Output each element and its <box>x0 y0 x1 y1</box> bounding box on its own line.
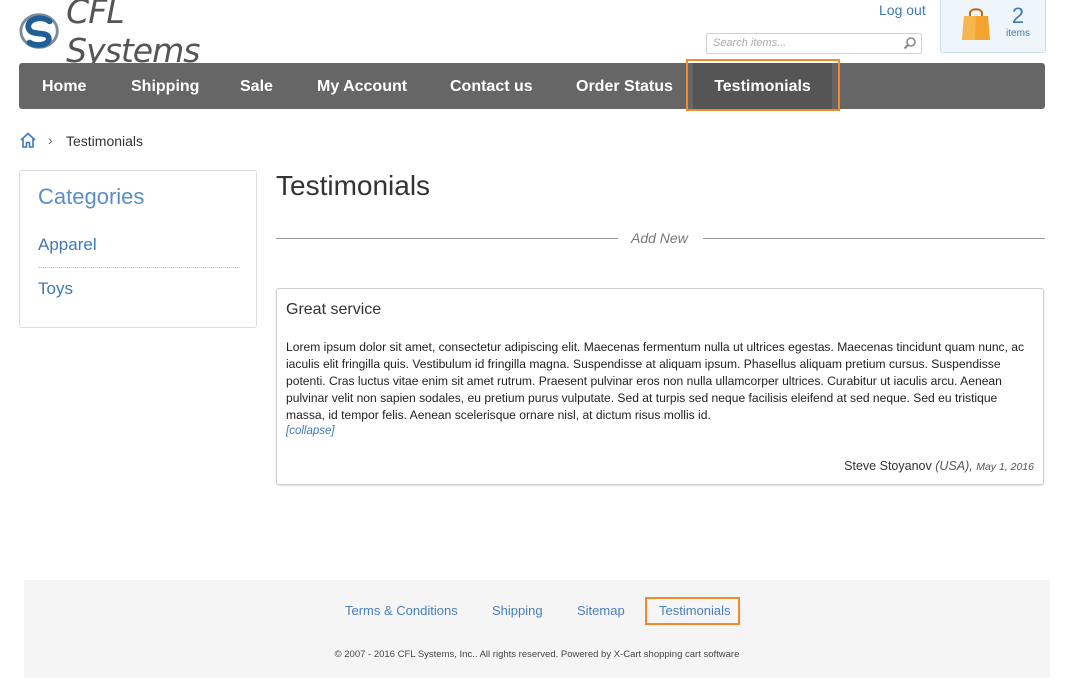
page-title: Testimonials <box>276 170 431 201</box>
logo-swirl-icon <box>19 13 59 49</box>
nav-item-home[interactable]: Home <box>42 63 86 109</box>
testimonial-author-line: Steve Stoyanov (USA), May 1, 2016 <box>844 459 1034 473</box>
cart-items-label: items <box>1006 28 1030 39</box>
testimonial-body: Lorem ipsum dolor sit amet, consectetur … <box>286 340 1025 422</box>
magnifier-icon[interactable] <box>903 36 917 50</box>
highlight-box-footer <box>645 597 740 625</box>
footer: Terms & Conditions Shipping Sitemap Test… <box>24 580 1050 678</box>
categories-title: Categories <box>38 184 145 209</box>
breadcrumb-separator: › <box>48 132 53 148</box>
highlight-box-nav <box>686 59 840 111</box>
category-link-apparel[interactable]: Apparel <box>38 235 97 255</box>
main-nav: Home Shipping Sale My Account Contact us… <box>19 63 1045 109</box>
shopping-bag-icon <box>962 8 990 40</box>
category-link-toys[interactable]: Toys <box>38 279 73 299</box>
footer-link-terms[interactable]: Terms & Conditions <box>345 603 458 618</box>
cart-count: 2 <box>1011 3 1025 28</box>
home-icon[interactable] <box>19 132 37 149</box>
search-placeholder: Search items... <box>713 37 787 49</box>
nav-item-sale[interactable]: Sale <box>240 63 273 109</box>
add-new-divider-right <box>703 238 1045 239</box>
nav-item-shipping[interactable]: Shipping <box>131 63 199 109</box>
footer-link-shipping[interactable]: Shipping <box>492 603 543 618</box>
categories-panel: Categories Apparel Toys <box>19 170 257 328</box>
cart-widget[interactable]: 2 items <box>940 0 1046 53</box>
search-input[interactable]: Search items... <box>706 33 922 54</box>
author-country: (USA), <box>935 459 973 473</box>
add-new-link[interactable]: Add New <box>631 230 688 246</box>
nav-item-my-account[interactable]: My Account <box>317 63 407 109</box>
author-name: Steve Stoyanov <box>844 459 932 473</box>
site-logo[interactable]: CFL Systems <box>18 0 258 70</box>
testimonial-date: May 1, 2016 <box>976 461 1034 473</box>
copyright-text: © 2007 - 2016 CFL Systems, Inc.. All rig… <box>334 649 740 660</box>
footer-link-sitemap[interactable]: Sitemap <box>577 603 625 618</box>
breadcrumb-current: Testimonials <box>66 133 144 149</box>
collapse-link[interactable]: [collapse] <box>286 425 335 437</box>
testimonial-card: Great service Lorem ipsum dolor sit amet… <box>276 288 1044 485</box>
category-divider <box>38 267 240 268</box>
testimonial-title: Great service <box>286 301 382 318</box>
logo-text: CFL Systems <box>66 0 200 70</box>
nav-item-contact-us[interactable]: Contact us <box>450 63 533 109</box>
nav-item-order-status[interactable]: Order Status <box>576 63 673 109</box>
add-new-divider-left <box>276 238 618 239</box>
logout-link[interactable]: Log out <box>879 2 926 18</box>
